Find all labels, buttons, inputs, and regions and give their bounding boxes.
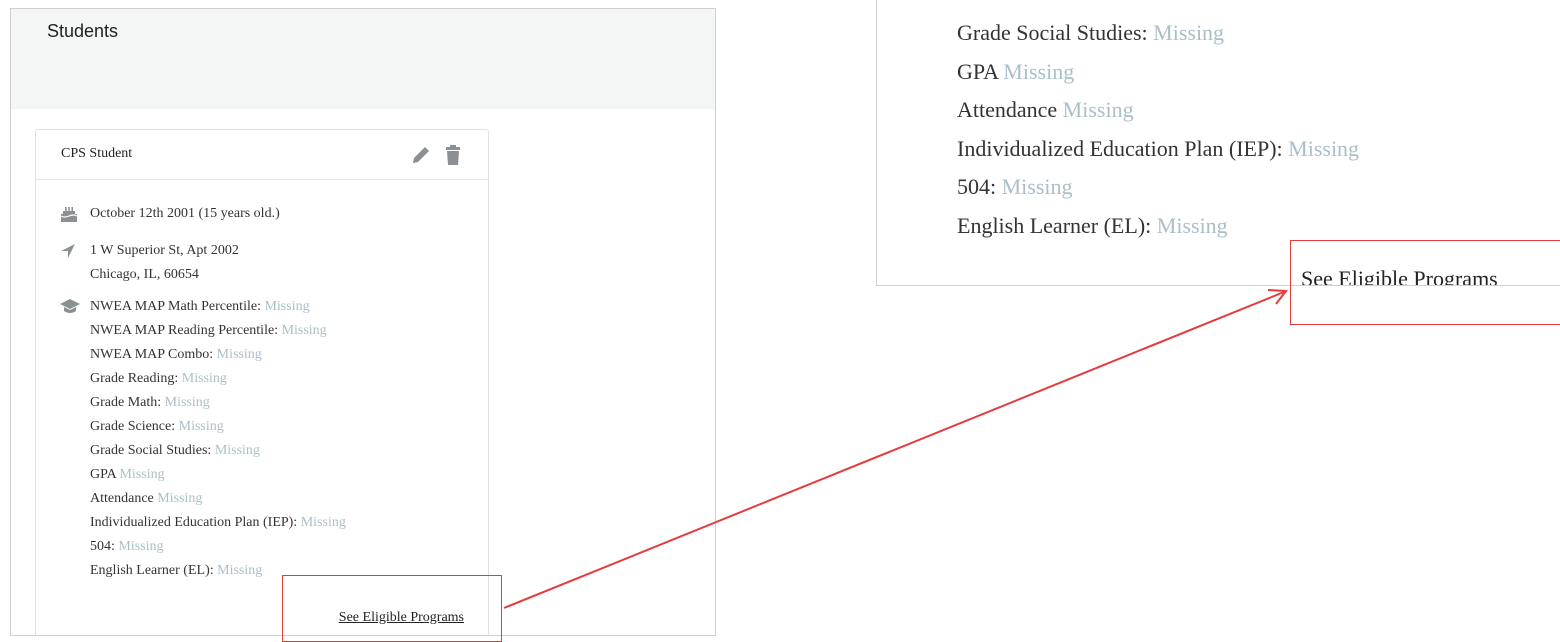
callout-arrow: [503, 289, 1288, 609]
